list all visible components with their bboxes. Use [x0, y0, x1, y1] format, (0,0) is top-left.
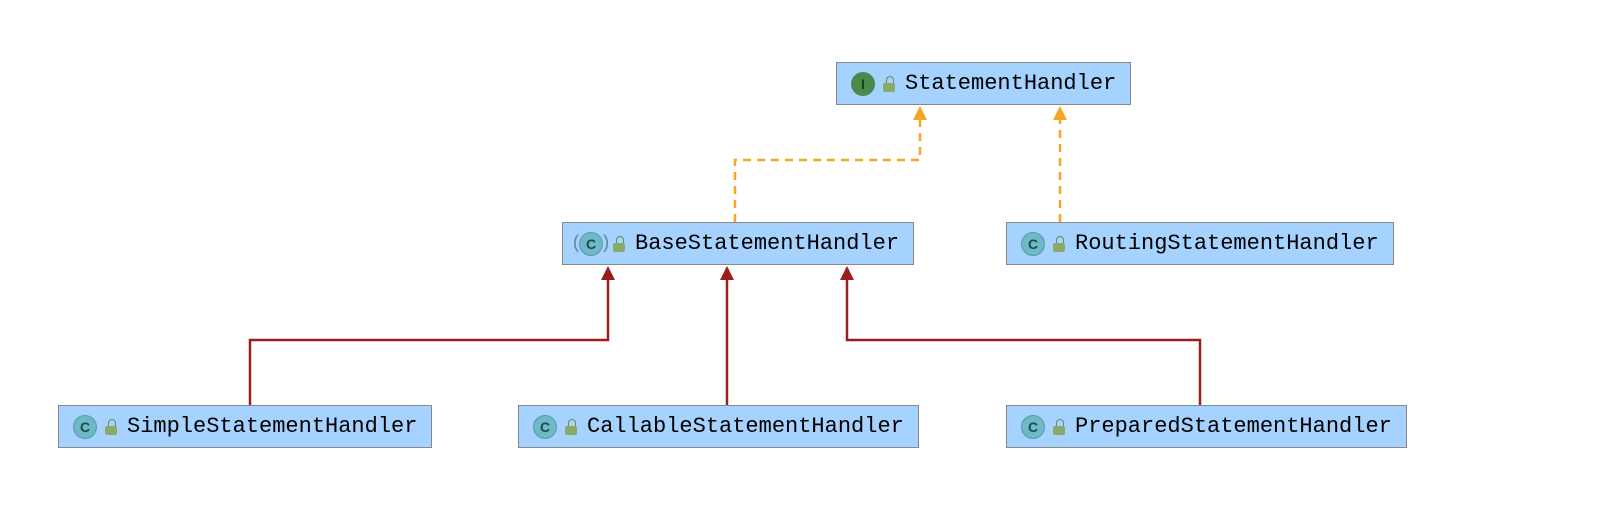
lock-icon — [1053, 236, 1067, 252]
abstract-class-icon: C — [577, 232, 605, 256]
lock-icon — [565, 419, 579, 435]
node-label: BaseStatementHandler — [635, 231, 899, 256]
interface-icon: I — [851, 72, 875, 96]
edge-prepared-to-base — [847, 268, 1200, 405]
node-base-statement-handler[interactable]: C BaseStatementHandler — [562, 222, 914, 265]
node-statement-handler[interactable]: I StatementHandler — [836, 62, 1131, 105]
node-label: StatementHandler — [905, 71, 1116, 96]
node-prepared-statement-handler[interactable]: C PreparedStatementHandler — [1006, 405, 1407, 448]
class-icon: C — [1021, 232, 1045, 256]
node-routing-statement-handler[interactable]: C RoutingStatementHandler — [1006, 222, 1394, 265]
class-icon: C — [533, 415, 557, 439]
class-icon: C — [1021, 415, 1045, 439]
class-icon: C — [73, 415, 97, 439]
lock-icon — [1053, 419, 1067, 435]
node-callable-statement-handler[interactable]: C CallableStatementHandler — [518, 405, 919, 448]
node-label: SimpleStatementHandler — [127, 414, 417, 439]
node-label: CallableStatementHandler — [587, 414, 904, 439]
node-label: RoutingStatementHandler — [1075, 231, 1379, 256]
lock-icon — [613, 236, 627, 252]
edge-simple-to-base — [250, 268, 608, 405]
edge-base-to-statement — [735, 108, 920, 222]
lock-icon — [883, 76, 897, 92]
lock-icon — [105, 419, 119, 435]
node-simple-statement-handler[interactable]: C SimpleStatementHandler — [58, 405, 432, 448]
node-label: PreparedStatementHandler — [1075, 414, 1392, 439]
